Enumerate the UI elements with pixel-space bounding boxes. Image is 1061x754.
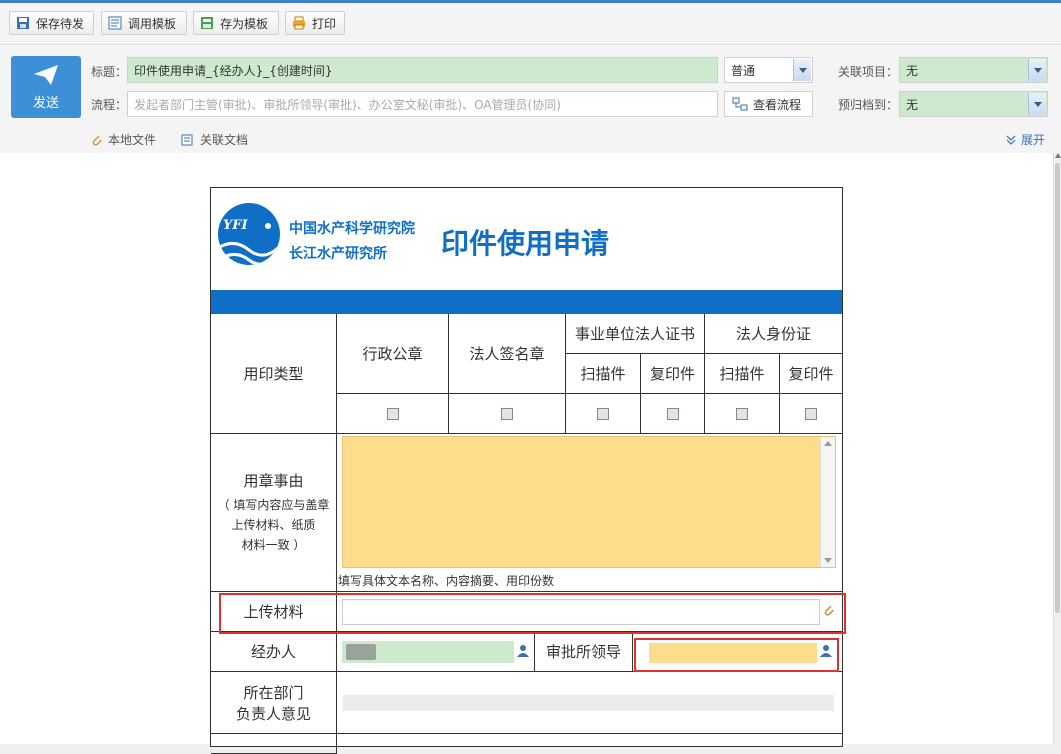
textarea-scrollbar[interactable]: [820, 437, 835, 567]
save-template-button[interactable]: 存为模板: [193, 11, 279, 35]
dept-label-line2: 负责人意见: [235, 704, 311, 723]
load-template-button[interactable]: 调用模板: [101, 11, 187, 35]
reason-hint: 填写具体文本名称、内容摘要、用印份数: [338, 574, 555, 588]
reason-label: 用章事由: [243, 472, 304, 490]
handler-input[interactable]: [342, 641, 514, 663]
form-title: 印件使用申请: [441, 227, 610, 260]
cert-copy-header: 复印件: [641, 354, 705, 394]
archive-value: 无: [906, 97, 919, 112]
cert-scan-checkbox[interactable]: [597, 407, 609, 420]
local-file-link[interactable]: 本地文件: [91, 131, 156, 148]
flow-placeholder: 发起者部门主管(审批)、审批所领导(审批)、办公室文秘(审批)、OA管理员(协同…: [134, 97, 561, 112]
chevron-up-icon[interactable]: [824, 441, 832, 446]
local-file-label: 本地文件: [108, 133, 157, 147]
printer-icon: [293, 16, 305, 30]
chevron-down-icon: [793, 59, 811, 81]
id-scan-checkbox[interactable]: [736, 407, 748, 420]
institute-logo: [217, 203, 282, 266]
id-scan-cell: [705, 394, 780, 434]
priority-value: 普通: [731, 63, 756, 78]
save-icon: [17, 17, 29, 29]
dept-opinion-field[interactable]: [343, 695, 834, 711]
view-flow-button[interactable]: 查看流程: [724, 91, 813, 117]
handler-avatar-blur: [346, 644, 376, 660]
template-icon: [108, 16, 122, 30]
id-copy-header: 复印件: [780, 354, 842, 394]
expand-label: 展开: [1021, 133, 1046, 147]
chevron-down-icon: [1028, 59, 1046, 81]
cert-copy-cell: [641, 394, 705, 434]
title-input[interactable]: 印件使用申请_{经办人}_{创建时间}: [127, 57, 718, 83]
chevron-down-icon[interactable]: [824, 558, 832, 563]
related-project-label: 关联项目：: [838, 65, 899, 79]
reason-note-1: （ 填写内容应与盖章: [217, 498, 330, 512]
save-template-label: 存为模板: [220, 16, 269, 31]
send-button[interactable]: 发送: [11, 56, 81, 118]
expand-link[interactable]: 展开: [1006, 131, 1045, 148]
toolbar: 保存待发 调用模板 存为模板 打印: [0, 3, 1061, 45]
org-name-line1: 中国水产科学研究院: [289, 221, 415, 237]
send-label: 发送: [32, 95, 59, 111]
reason-note-2: 上传材料、纸质: [231, 518, 316, 532]
related-doc-link[interactable]: 关联文档: [181, 131, 248, 148]
flow-label: 流程：: [91, 98, 128, 112]
document-icon: [181, 134, 193, 145]
save-draft-button[interactable]: 保存待发: [9, 11, 94, 35]
dept-label-cell: 所在部门 负责人意见: [211, 672, 337, 734]
next-row-label-cell: [211, 734, 337, 754]
compose-header: 发送 标题： 印件使用申请_{经办人}_{创建时间} 普通 关联项目： 无 流程…: [0, 45, 1061, 153]
leader-highlight-box: [634, 638, 839, 672]
load-template-label: 调用模板: [128, 16, 177, 31]
cert-copy-checkbox[interactable]: [666, 407, 679, 420]
save-template-icon: [201, 17, 213, 29]
admin-seal-checkbox[interactable]: [386, 407, 399, 420]
related-project-select[interactable]: 无: [899, 57, 1048, 83]
title-value: 印件使用申请_{经办人}_{创建时间}: [134, 63, 333, 78]
paperclip-icon: [92, 135, 102, 146]
id-scan-header: 扫描件: [705, 354, 780, 394]
admin-seal-cell: [337, 394, 449, 434]
related-doc-label: 关联文档: [200, 133, 249, 147]
reason-label-cell: 用章事由 （ 填写内容应与盖章 上传材料、纸质 材料一致 ）: [211, 434, 337, 592]
print-label: 打印: [312, 16, 337, 31]
flowchart-icon: [732, 97, 748, 111]
chevron-down-icon: [1028, 93, 1046, 115]
reason-note-3: 材料一致 ）: [241, 538, 306, 552]
save-draft-label: 保存待发: [36, 16, 85, 31]
legal-sign-seal-checkbox[interactable]: [501, 407, 513, 420]
scroll-thumb[interactable]: [1055, 163, 1060, 613]
admin-seal-header: 行政公章: [337, 314, 449, 394]
double-chevron-down-icon: [1006, 135, 1016, 145]
id-copy-checkbox[interactable]: [805, 407, 817, 420]
legal-sign-seal-cell: [449, 394, 566, 434]
legal-id-header: 法人身份证: [705, 314, 842, 354]
title-label: 标题：: [91, 65, 128, 79]
vertical-scrollbar[interactable]: [1053, 153, 1061, 744]
print-button[interactable]: 打印: [285, 11, 345, 35]
institution-cert-header: 事业单位法人证书: [566, 314, 705, 354]
org-name-line2: 长江水产研究所: [289, 246, 387, 262]
flow-input[interactable]: 发起者部门主管(审批)、审批所领导(审批)、办公室文秘(审批)、OA管理员(协同…: [127, 91, 718, 117]
logo-text: YFI: [223, 218, 248, 233]
user-picker-icon[interactable]: [516, 644, 530, 658]
handler-label-cell: 经办人: [211, 632, 337, 672]
seal-type-label: 用印类型: [211, 314, 337, 434]
upload-highlight-box: [219, 593, 846, 634]
legal-sign-seal-header: 法人签名章: [449, 314, 566, 394]
scroll-up-icon[interactable]: [1055, 153, 1061, 158]
leader-label-cell: 审批所领导: [535, 632, 633, 672]
dept-label-line1: 所在部门: [243, 683, 304, 702]
view-flow-label: 查看流程: [753, 97, 802, 112]
paper-plane-icon: [34, 64, 58, 85]
id-copy-cell: [780, 394, 842, 434]
archive-select[interactable]: 无: [899, 91, 1048, 117]
priority-select[interactable]: 普通: [724, 57, 813, 83]
cert-scan-header: 扫描件: [566, 354, 641, 394]
archive-label: 预归档到：: [838, 98, 899, 112]
cert-scan-cell: [566, 394, 641, 434]
related-project-value: 无: [906, 63, 919, 78]
reason-textarea[interactable]: [342, 436, 836, 568]
blue-banner: [211, 290, 842, 314]
